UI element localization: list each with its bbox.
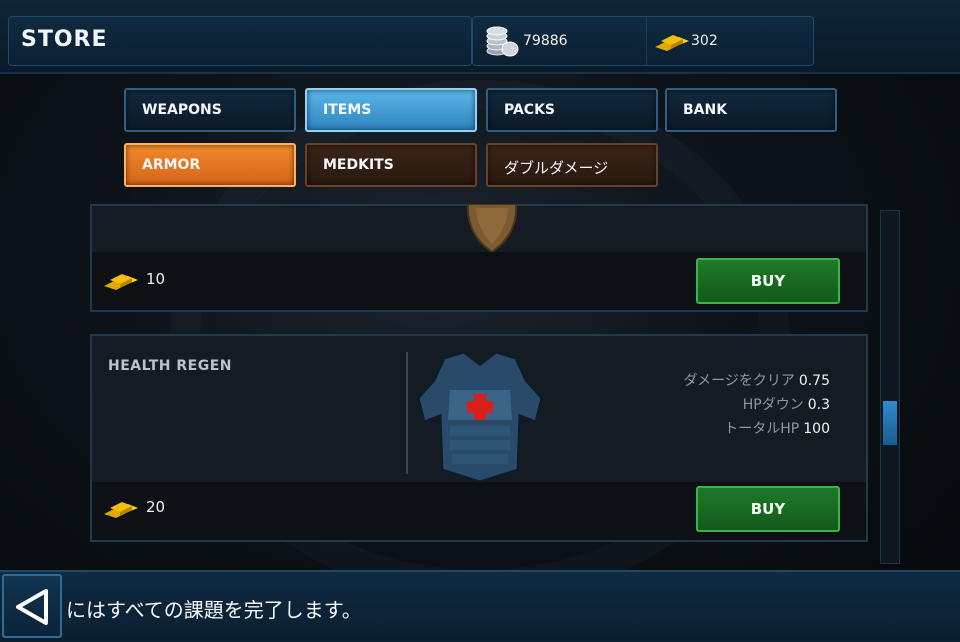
tab-weapons[interactable]: WEAPONS: [124, 88, 296, 132]
tab-items[interactable]: ITEMS: [305, 88, 477, 132]
tab-label: ARMOR: [142, 157, 201, 173]
divider: [406, 352, 408, 474]
stat-row: トータルHP 100: [724, 418, 830, 438]
silver-currency: 79886: [472, 16, 648, 66]
silver-coins-icon: [486, 26, 519, 57]
tab-label: MEDKITS: [323, 157, 394, 173]
gold-bars-icon: [104, 274, 138, 290]
stat-value: 100: [803, 421, 830, 437]
status-message: にはすべての課題を完了します。: [66, 598, 362, 622]
tab-packs[interactable]: PACKS: [486, 88, 658, 132]
item-name: HEALTH REGEN: [108, 358, 232, 374]
gold-bars-icon: [655, 35, 689, 51]
tab-label: BANK: [683, 102, 728, 118]
stat-value: 0.75: [798, 373, 830, 389]
armor-vest-image: [416, 350, 544, 484]
stat-value: 0.3: [807, 397, 830, 413]
item-price: 20: [146, 498, 166, 516]
stat-row: HPダウン 0.3: [743, 394, 830, 414]
item-footer: 10 BUY: [92, 252, 866, 310]
buy-button[interactable]: BUY: [696, 486, 840, 532]
tab-armor[interactable]: ARMOR: [124, 143, 296, 187]
item-footer: 20 BUY: [92, 482, 866, 540]
gold-bars-icon: [104, 502, 138, 518]
tab-label: PACKS: [504, 102, 556, 118]
stat-label: HPダウン: [742, 397, 804, 413]
tab-label: ITEMS: [323, 102, 372, 118]
item-price: 10: [146, 270, 166, 288]
item-image: [466, 204, 518, 254]
bottom-bar: にはすべての課題を完了します。: [0, 570, 960, 642]
tab-double-damage[interactable]: ダブルダメージ: [486, 143, 658, 187]
scrollbar[interactable]: [880, 210, 900, 564]
store-item-card: 10 BUY: [90, 204, 868, 312]
stat-row: ダメージをクリア 0.75: [684, 370, 830, 390]
stat-label: ダメージをクリア: [683, 373, 795, 389]
store-item-card: HEALTH REGEN ダメージをクリア 0.75 HPダウン 0.3 トータルH…: [90, 334, 868, 542]
scrollbar-thumb[interactable]: [883, 401, 897, 446]
page-title: STORE: [21, 27, 108, 52]
stat-label: トータルHP: [724, 421, 800, 437]
store-header: STORE: [8, 16, 472, 66]
gold-amount: 302: [691, 33, 718, 49]
back-arrow-icon: [16, 589, 48, 625]
silver-amount: 79886: [523, 33, 568, 49]
back-button[interactable]: [2, 574, 62, 638]
tab-bank[interactable]: BANK: [665, 88, 837, 132]
gold-currency: 302: [646, 16, 814, 66]
tab-medkits[interactable]: MEDKITS: [305, 143, 477, 187]
tab-label: WEAPONS: [142, 102, 222, 118]
tab-label: ダブルダメージ: [504, 159, 609, 177]
top-bar: STORE 79886 302: [0, 0, 960, 74]
buy-button[interactable]: BUY: [696, 258, 840, 304]
